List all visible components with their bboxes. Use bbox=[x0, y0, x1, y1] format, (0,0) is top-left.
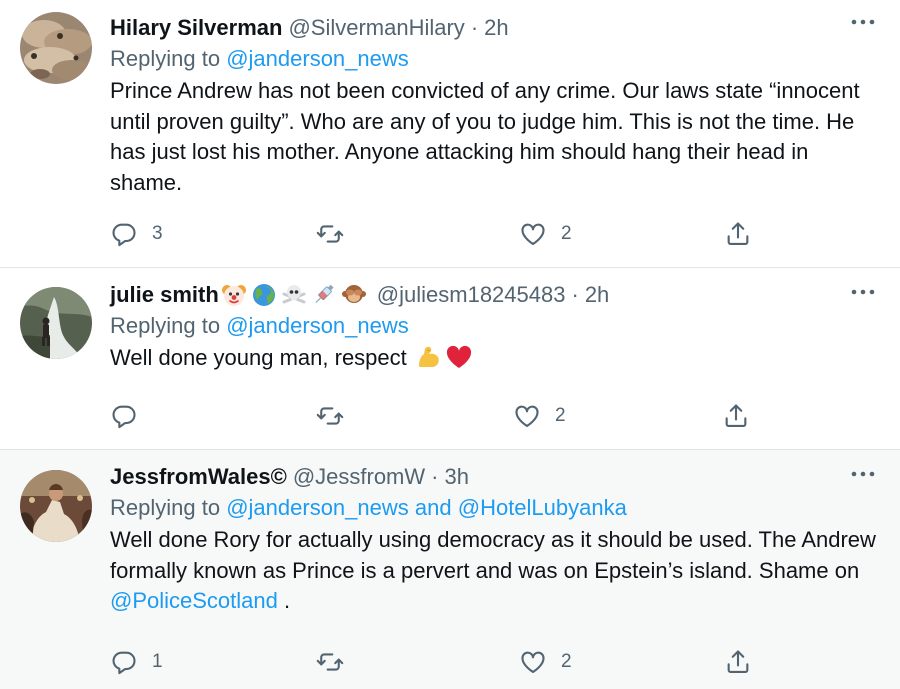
replying-to: Replying to @janderson_news bbox=[110, 46, 880, 72]
syringe-icon bbox=[311, 282, 337, 308]
like-button[interactable]: 2 bbox=[519, 220, 572, 248]
retweet-button[interactable] bbox=[316, 648, 358, 676]
like-count: 2 bbox=[561, 223, 572, 244]
retweet-icon bbox=[316, 648, 344, 676]
replying-prefix: Replying to bbox=[110, 46, 221, 71]
avatar[interactable] bbox=[20, 12, 92, 84]
reply-button[interactable] bbox=[110, 402, 152, 430]
see-no-evil-monkey-icon bbox=[341, 282, 367, 308]
text-mention-link[interactable]: @PoliceScotland bbox=[110, 588, 278, 613]
author-handle[interactable]: @juliesm18245483 bbox=[377, 282, 566, 308]
share-button[interactable] bbox=[724, 648, 752, 676]
tweet-actions: 1 2 bbox=[110, 648, 770, 678]
like-count: 2 bbox=[561, 651, 572, 672]
reply-button[interactable]: 3 bbox=[110, 220, 163, 248]
timestamp[interactable]: 2h bbox=[484, 15, 508, 41]
reply-icon bbox=[110, 402, 138, 430]
replying-to: Replying to @janderson_news and @HotelLu… bbox=[110, 495, 880, 521]
more-icon[interactable] bbox=[848, 282, 878, 302]
skull-crossbones-icon bbox=[281, 282, 307, 308]
like-count: 2 bbox=[555, 405, 566, 426]
avatar[interactable] bbox=[20, 287, 92, 359]
reply-count: 3 bbox=[152, 223, 163, 244]
tweet-actions: 2 bbox=[110, 402, 770, 432]
replying-joiner[interactable]: and bbox=[415, 495, 452, 520]
share-icon bbox=[722, 402, 750, 430]
share-button[interactable] bbox=[722, 402, 750, 430]
red-heart-icon bbox=[445, 344, 473, 370]
separator-dot: · bbox=[571, 282, 579, 307]
author-name[interactable]: JessfromWales© bbox=[110, 464, 287, 490]
flexed-biceps-icon bbox=[415, 344, 443, 370]
reply-icon bbox=[110, 648, 138, 676]
tweet-text: Well done young man, respect bbox=[110, 343, 880, 374]
like-icon bbox=[519, 648, 547, 676]
like-button[interactable]: 2 bbox=[519, 648, 572, 676]
replying-mention-link[interactable]: @janderson_news bbox=[226, 46, 409, 71]
share-button[interactable] bbox=[724, 220, 752, 248]
author-handle[interactable]: @SilvermanHilary bbox=[288, 15, 464, 41]
replying-to: Replying to @janderson_news bbox=[110, 313, 880, 339]
replying-mention-link[interactable]: @janderson_news bbox=[226, 495, 409, 520]
retweet-button[interactable] bbox=[316, 220, 358, 248]
replying-prefix: Replying to bbox=[110, 495, 221, 520]
retweet-icon bbox=[316, 220, 344, 248]
tweet-text: Prince Andrew has not been convicted of … bbox=[110, 78, 860, 195]
replying-mention-link[interactable]: @janderson_news bbox=[226, 313, 409, 338]
author-name[interactable]: julie smith bbox=[110, 282, 219, 308]
globe-icon bbox=[251, 282, 277, 308]
reply-icon bbox=[110, 220, 138, 248]
author-handle[interactable]: @JessfromW bbox=[293, 464, 425, 490]
tweet-text: Well done Rory for actually using democr… bbox=[110, 525, 880, 617]
retweet-button[interactable] bbox=[316, 402, 358, 430]
separator-dot: · bbox=[431, 464, 439, 489]
replying-mention-link-2[interactable]: @HotelLubyanka bbox=[458, 495, 627, 520]
like-icon bbox=[519, 220, 547, 248]
more-icon[interactable] bbox=[848, 464, 878, 484]
clown-face-icon bbox=[221, 282, 247, 308]
more-icon[interactable] bbox=[848, 12, 878, 32]
tweet-text-body: Well done young man, respect bbox=[110, 345, 407, 370]
tweet-text-suffix: . bbox=[277, 588, 291, 613]
reply-count: 1 bbox=[152, 651, 163, 672]
share-icon bbox=[724, 220, 752, 248]
tweet[interactable]: Hilary Silverman @SilvermanHilary · 2h R… bbox=[0, 0, 900, 268]
like-button[interactable]: 2 bbox=[513, 402, 566, 430]
retweet-icon bbox=[316, 402, 344, 430]
tweet[interactable]: JessfromWales© @JessfromW · 3h Replying … bbox=[0, 450, 900, 689]
timestamp[interactable]: 3h bbox=[444, 464, 468, 490]
name-emojis bbox=[221, 282, 371, 308]
tweet-text-body: Well done Rory for actually using democr… bbox=[110, 527, 876, 583]
like-icon bbox=[513, 402, 541, 430]
reply-button[interactable]: 1 bbox=[110, 648, 163, 676]
tweet-actions: 3 2 bbox=[110, 220, 770, 250]
timestamp[interactable]: 2h bbox=[585, 282, 609, 308]
replying-prefix: Replying to bbox=[110, 313, 221, 338]
share-icon bbox=[724, 648, 752, 676]
separator-dot: · bbox=[470, 15, 479, 40]
tweet[interactable]: julie smith @juliesm18245483 · 2h Replyi… bbox=[0, 268, 900, 450]
author-name[interactable]: Hilary Silverman bbox=[110, 15, 282, 41]
avatar[interactable] bbox=[20, 470, 92, 542]
